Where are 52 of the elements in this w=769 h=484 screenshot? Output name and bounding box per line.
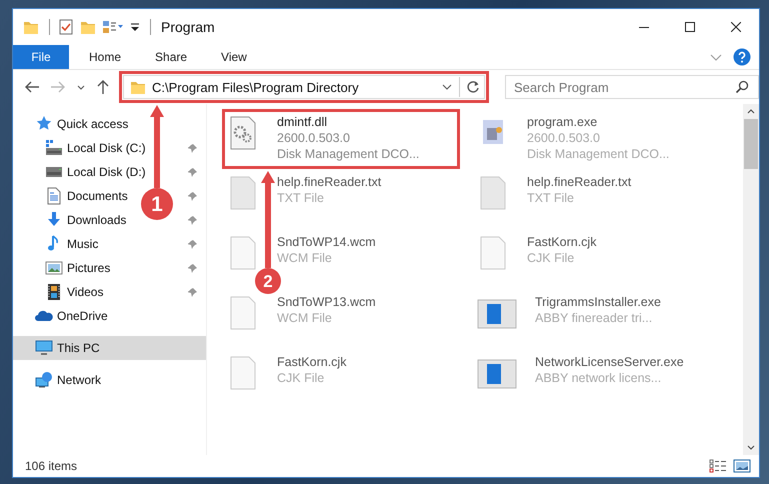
file-menu-tab[interactable]: File xyxy=(13,45,69,69)
file-label[interactable]: SndToWP14.wcm WCM File xyxy=(277,234,376,266)
file-label[interactable]: FastKorn.cjk CJK File xyxy=(527,234,596,266)
details-view-icon[interactable] xyxy=(709,459,727,473)
refresh-icon[interactable] xyxy=(466,80,480,94)
scroll-down-icon[interactable] xyxy=(747,445,755,450)
sidebar-item[interactable]: Network xyxy=(57,373,206,387)
drive-icon xyxy=(45,139,63,157)
callout-badge xyxy=(255,268,281,294)
sidebar-item[interactable]: This PC xyxy=(13,336,206,360)
close-icon[interactable] xyxy=(731,22,741,32)
maximize-icon[interactable] xyxy=(685,22,695,32)
film-icon xyxy=(45,283,63,301)
sidebar-item[interactable]: Pictures xyxy=(67,261,184,275)
scroll-up-icon[interactable] xyxy=(747,109,755,114)
sidebar-item[interactable]: Music xyxy=(67,237,184,251)
sidebar-item[interactable]: Local Disk (D:) xyxy=(67,165,184,179)
folder-icon xyxy=(130,79,146,95)
ribbon-tab[interactable]: View xyxy=(207,45,261,69)
network-icon xyxy=(35,371,53,389)
sidebar-item[interactable]: Local Disk (C:) xyxy=(67,141,184,155)
file-label[interactable]: FastKorn.cjk CJK File xyxy=(277,354,346,386)
chevron-down-icon[interactable] xyxy=(77,84,85,90)
checklist-icon[interactable] xyxy=(58,19,74,35)
file-label[interactable]: SndToWP13.wcm WCM File xyxy=(277,294,376,326)
file-label[interactable]: help.fineReader.txt TXT File xyxy=(527,174,632,206)
file-label[interactable]: program.exe 2600.0.503.0 Disk Management DCO... xyxy=(527,114,670,162)
picture-icon xyxy=(45,259,63,277)
back-arrow-icon[interactable] xyxy=(25,81,39,93)
file-label[interactable]: NetworkLicenseServer.exe ABBY network licens... xyxy=(535,354,684,386)
scrollbar[interactable] xyxy=(743,104,759,455)
large-icons-view-icon[interactable] xyxy=(733,459,751,473)
help-icon[interactable] xyxy=(733,48,751,66)
up-arrow-icon[interactable] xyxy=(97,80,109,94)
window-title: Program xyxy=(161,19,215,35)
file-item[interactable]: dmintf.dll 2600.0.503.0 Disk Management DCO... xyxy=(223,110,459,168)
sidebar-item[interactable]: Quick access xyxy=(57,117,206,131)
ribbon-tab[interactable]: Share xyxy=(141,45,202,69)
monitor-icon xyxy=(35,339,53,357)
callout-number: 2 xyxy=(263,272,273,291)
item-count: 106 items xyxy=(25,459,78,473)
search-field[interactable]: Search Program xyxy=(505,75,759,99)
file-label[interactable]: TrigrammsInstaller.exe ABBY finereader tri... xyxy=(535,294,661,326)
sidebar-item[interactable]: OneDrive xyxy=(57,309,206,323)
properties-icon[interactable] xyxy=(102,19,124,35)
scroll-thumb[interactable] xyxy=(744,119,758,169)
file-label[interactable]: help.fineReader.txt TXT File xyxy=(277,174,382,206)
sidebar-item[interactable]: Videos xyxy=(67,285,184,299)
ribbon-tab[interactable]: Home xyxy=(75,45,136,69)
document-icon xyxy=(45,187,63,205)
callout-badge xyxy=(141,188,173,220)
search-icon[interactable] xyxy=(735,80,749,94)
